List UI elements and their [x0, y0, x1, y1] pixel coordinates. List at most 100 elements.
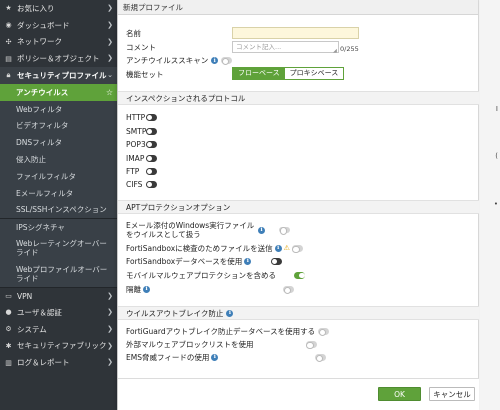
cifs-toggle[interactable]	[146, 181, 157, 188]
info-icon[interactable]: i	[274, 245, 282, 252]
apt-option-quarantine: 隔離 i	[126, 285, 316, 294]
protocol-row-http: HTTP	[126, 113, 157, 122]
antivirus-scan-toggle[interactable]	[221, 57, 233, 65]
dashboard-icon: ◉	[5, 21, 12, 30]
chart-icon: ▥	[5, 358, 12, 367]
user-icon: ●	[5, 308, 12, 317]
chevron-right-icon: ❯	[107, 54, 113, 63]
chevron-right-icon: ❯	[107, 324, 113, 333]
info-icon[interactable]: i	[258, 226, 265, 234]
sidebar-item-user-auth[interactable]: ● ユーザ＆認証 ❯	[0, 303, 117, 321]
cancel-button[interactable]: キャンセル	[429, 387, 475, 401]
pop3-toggle[interactable]	[146, 141, 157, 148]
new-profile-dialog: 新規プロファイル 名前 コメント コメント記入... ◢ 0/255 アンチウイ…	[117, 0, 479, 410]
sidebar-item-dnsfilter[interactable]: DNSフィルタ	[0, 134, 117, 152]
sidebar-item-filefilter[interactable]: ファイルフィルタ	[0, 167, 117, 185]
external-blocklist-toggle[interactable]	[305, 341, 317, 349]
lock-icon: 🔒︎	[6, 71, 11, 80]
apt-option-windows-exe: Eメール添付のWindows実行ファイルをウイルスとして扱う i	[126, 221, 301, 239]
sidebar-item-videofilter[interactable]: ビデオフィルタ	[0, 117, 117, 135]
sidebar: ★ お気に入り ❯ ◉ ダッシュボード ❯ ✣ ネットワーク ❯ ▤ ポリシー＆…	[0, 0, 117, 410]
comment-label: コメント	[126, 43, 156, 52]
sidebar-item-security-profiles[interactable]: 🔒︎ セキュリティプロファイル ⌄	[0, 67, 117, 84]
feature-set-label: 機能セット	[126, 70, 164, 79]
section-apt-protection: APTプロテクションオプション	[118, 200, 479, 214]
sidebar-item-web-profile-override[interactable]: Webプロファイルオーバーライド	[0, 261, 117, 288]
dialog-footer: OK キャンセル	[118, 378, 479, 410]
outbreak-option-external-blocklist: 外部マルウェアブロックリストを使用	[126, 340, 336, 349]
comment-counter: 0/255	[340, 45, 359, 53]
vpn-icon: ▭	[5, 292, 12, 301]
sidebar-item-ssl-ssh[interactable]: SSL/SSHインスペクション	[0, 201, 117, 219]
sidebar-item-policy[interactable]: ▤ ポリシー＆オブジェクト ❯	[0, 50, 117, 68]
sidebar-item-network[interactable]: ✣ ネットワーク ❯	[0, 33, 117, 51]
info-icon[interactable]: i	[226, 309, 234, 317]
info-icon[interactable]: i	[211, 354, 219, 361]
sandbox-submit-toggle[interactable]	[291, 245, 303, 253]
http-toggle[interactable]	[146, 114, 157, 121]
name-label: 名前	[126, 29, 141, 38]
protocol-row-smtp: SMTP	[126, 127, 157, 136]
network-icon: ✣	[5, 37, 12, 46]
ftp-toggle[interactable]	[146, 168, 157, 175]
info-icon[interactable]: i	[244, 258, 252, 265]
section-inspected-protocols: インスペクションされるプロトコル	[118, 91, 479, 105]
sidebar-item-webfilter[interactable]: Webフィルタ	[0, 100, 117, 118]
apt-option-mobile-malware: モバイルマルウェアプロテクションを含める	[126, 271, 316, 280]
sidebar-item-log-report[interactable]: ▥ ログ＆レポート ❯	[0, 354, 117, 372]
chevron-right-icon: ❯	[107, 4, 113, 12]
ok-button[interactable]: OK	[378, 387, 421, 401]
info-icon[interactable]: i	[143, 286, 150, 293]
name-input[interactable]	[232, 27, 359, 39]
ems-feed-toggle[interactable]	[315, 354, 327, 362]
sidebar-item-ips[interactable]: 侵入防止	[0, 151, 117, 168]
info-icon[interactable]: i	[211, 57, 219, 64]
feature-set-selector: フローベース プロキシベース	[232, 67, 345, 80]
background-glyph: (	[495, 152, 498, 160]
sidebar-item-security-fabric[interactable]: ✱ セキュリティファブリック ❯	[0, 337, 117, 355]
fabric-icon: ✱	[5, 341, 12, 350]
smtp-toggle[interactable]	[146, 128, 157, 135]
sidebar-item-favorites[interactable]: ★ お気に入り ❯	[0, 0, 117, 17]
dialog-title: 新規プロファイル	[118, 0, 478, 15]
sidebar-item-dashboard[interactable]: ◉ ダッシュボード ❯	[0, 16, 117, 34]
chevron-right-icon: ❯	[107, 20, 113, 29]
background-page-edge: I ( •	[478, 0, 500, 410]
gear-icon: ⚙	[5, 325, 12, 334]
comment-textarea[interactable]: コメント記入...	[232, 41, 339, 53]
warning-icon: ⚠	[283, 244, 290, 252]
outbreak-option-ems-feed: EMS脅威フィードの使用 i	[126, 353, 336, 362]
quarantine-toggle[interactable]	[283, 286, 294, 294]
sidebar-item-vpn[interactable]: ▭ VPN ❯	[0, 287, 117, 304]
sidebar-item-web-rating-override[interactable]: Webレーティングオーバーライド	[0, 235, 117, 262]
background-glyph: I	[495, 105, 498, 113]
protocol-row-imap: IMAP	[126, 154, 157, 163]
chevron-right-icon: ❯	[107, 292, 113, 301]
sidebar-item-ips-signature[interactable]: IPSシグネチャ	[0, 218, 117, 236]
protocol-row-ftp: FTP	[126, 167, 157, 176]
sandbox-db-toggle[interactable]	[271, 258, 283, 265]
antivirus-scan-label: アンチウイルススキャン	[126, 56, 209, 65]
sidebar-item-emailfilter[interactable]: Eメールフィルタ	[0, 184, 117, 202]
feature-set-proxy-button[interactable]: プロキシベース	[284, 68, 344, 79]
chevron-right-icon: ❯	[107, 307, 113, 316]
chevron-right-icon: ❯	[107, 358, 113, 367]
section-outbreak-prevention: ウイルスアウトブレイク防止 i	[118, 306, 479, 320]
mobile-malware-toggle[interactable]	[294, 272, 305, 279]
protocol-row-cifs: CIFS	[126, 180, 157, 189]
sidebar-item-system[interactable]: ⚙ システム ❯	[0, 320, 117, 338]
windows-exe-toggle[interactable]	[279, 226, 290, 235]
feature-set-flow-button[interactable]: フローベース	[233, 68, 285, 79]
favorite-star-icon[interactable]: ☆	[106, 88, 113, 97]
sidebar-item-antivirus[interactable]: アンチウイルス ☆	[0, 83, 117, 101]
apt-option-sandbox-db: FortiSandboxデータベースを使用 i	[126, 257, 316, 266]
chevron-down-icon: ⌄	[107, 71, 113, 80]
fortiguard-outbreak-toggle[interactable]	[318, 328, 330, 336]
star-icon: ★	[5, 4, 12, 13]
background-glyph: •	[493, 200, 498, 208]
resize-handle-icon[interactable]: ◢	[333, 48, 337, 54]
imap-toggle[interactable]	[146, 155, 157, 162]
policy-icon: ▤	[5, 54, 12, 63]
chevron-right-icon: ❯	[107, 37, 113, 46]
chevron-right-icon: ❯	[107, 341, 113, 350]
